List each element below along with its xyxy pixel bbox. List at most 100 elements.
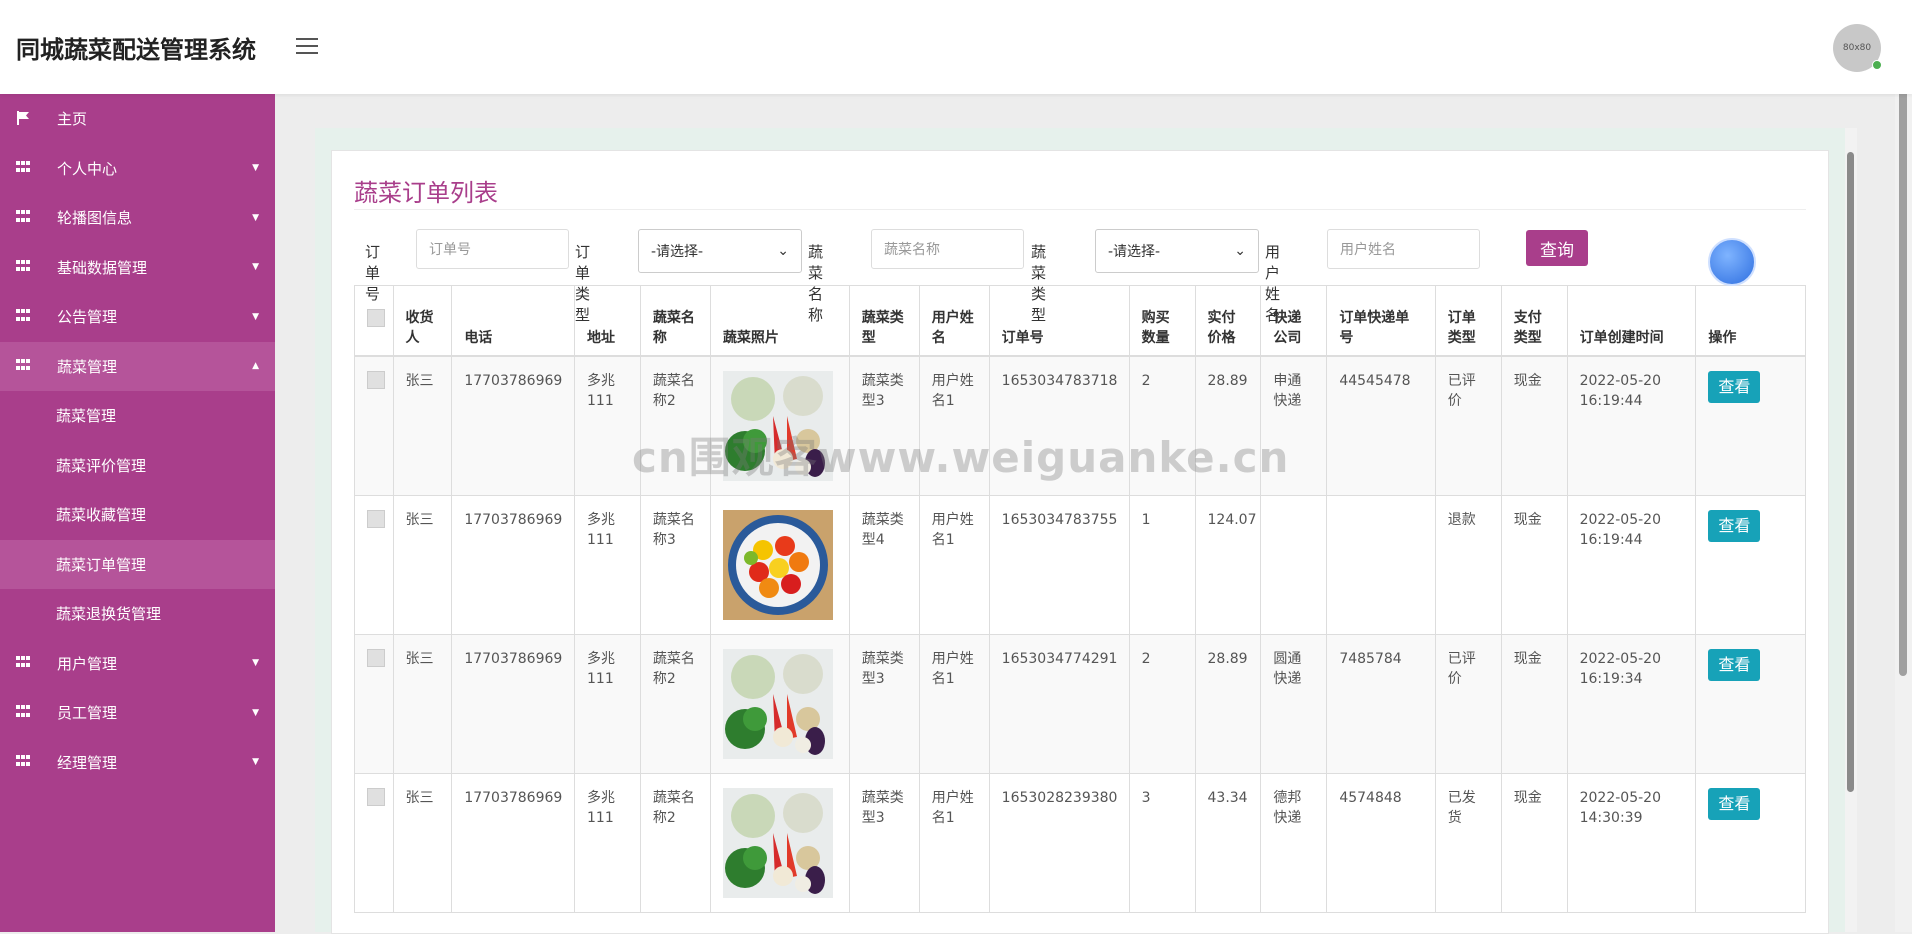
chevron-down-icon: ⌄ xyxy=(1234,243,1246,259)
cell-photo xyxy=(709,772,850,913)
cell-courier: 德邦快递 xyxy=(1260,772,1328,913)
chevron-down-icon: ▼ xyxy=(252,262,259,273)
cell-veg-name: 蔬菜名称2 xyxy=(639,355,711,496)
cell-price: 28.89 xyxy=(1194,355,1262,496)
sidebar-item-carousel[interactable]: 轮播图信息 ▼ xyxy=(0,193,275,243)
menu-toggle-icon[interactable] xyxy=(296,38,318,56)
content-scrollbar[interactable] xyxy=(1845,128,1857,932)
cell-price: 28.89 xyxy=(1194,633,1262,774)
sidebar-item-users[interactable]: 用户管理 ▼ xyxy=(0,639,275,689)
cell-action: 查看 xyxy=(1695,494,1806,635)
view-button[interactable]: 查看 xyxy=(1708,509,1761,542)
column-header: 用户姓名 xyxy=(918,285,990,357)
sidebar-item-basic-data[interactable]: 基础数据管理 ▼ xyxy=(0,243,275,293)
grid-icon xyxy=(16,160,30,175)
cell-phone: 17703786969 xyxy=(451,494,575,635)
sidebar-item-profile[interactable]: 个人中心 ▼ xyxy=(0,144,275,194)
column-header: 蔬菜类型 xyxy=(848,285,920,357)
cell-tracking: 7485784 xyxy=(1326,633,1436,774)
sidebar-item-notice[interactable]: 公告管理 ▼ xyxy=(0,292,275,342)
table-row: 张三 17703786969 多兆111 蔬菜名称2 蔬菜类型3 用户姓名1 1… xyxy=(354,355,1806,496)
cell-created: 2022-05-20 16:19:44 xyxy=(1566,355,1697,496)
sidebar-item-staff[interactable]: 员工管理 ▼ xyxy=(0,688,275,738)
sidebar-item-vegetables[interactable]: 蔬菜管理 ▲ xyxy=(0,341,275,391)
view-button[interactable]: 查看 xyxy=(1708,648,1761,681)
row-checkbox[interactable] xyxy=(354,772,394,913)
sidebar-item-label: 经理管理 xyxy=(57,753,118,772)
cell-order-no: 1653028239380 xyxy=(988,772,1130,913)
cell-address: 多兆111 xyxy=(574,494,641,635)
sidebar-subitem-veg-manage[interactable]: 蔬菜管理 xyxy=(0,391,275,441)
row-checkbox[interactable] xyxy=(354,355,394,496)
flag-icon xyxy=(17,111,29,125)
grid-icon xyxy=(16,655,30,670)
order-type-select[interactable]: -请选择- ⌄ xyxy=(638,229,802,273)
select-all-checkbox[interactable] xyxy=(354,285,394,357)
cell-veg-type: 蔬菜类型3 xyxy=(848,355,920,496)
cell-veg-name: 蔬菜名称3 xyxy=(639,494,711,635)
veg-type-select[interactable]: -请选择- ⌄ xyxy=(1095,229,1259,273)
cell-tracking xyxy=(1326,494,1436,635)
cell-veg-name: 蔬菜名称2 xyxy=(639,772,711,913)
mixed-vegetables-image[interactable] xyxy=(722,648,833,759)
chevron-down-icon: ▼ xyxy=(252,212,259,223)
user-name-input[interactable]: 用户姓名 xyxy=(1327,229,1480,269)
cell-pay-type: 现金 xyxy=(1500,494,1568,635)
page-scrollbar[interactable] xyxy=(1895,0,1912,932)
cell-phone: 17703786969 xyxy=(451,355,575,496)
sidebar-item-managers[interactable]: 经理管理 ▼ xyxy=(0,738,275,788)
cell-user: 用户姓名1 xyxy=(918,633,990,774)
sidebar-item-label: 个人中心 xyxy=(57,159,118,178)
mixed-vegetables-image[interactable] xyxy=(722,787,833,898)
grid-icon xyxy=(16,754,30,769)
cell-created: 2022-05-20 16:19:44 xyxy=(1566,494,1697,635)
cell-address: 多兆111 xyxy=(574,355,641,496)
cell-receiver: 张三 xyxy=(392,633,453,774)
cell-photo xyxy=(709,494,850,635)
table-row: 张三 17703786969 多兆111 蔬菜名称2 蔬菜类型3 用户姓名1 1… xyxy=(354,633,1806,774)
sidebar-subitem-veg-review[interactable]: 蔬菜评价管理 xyxy=(0,441,275,491)
mixed-vegetables-image[interactable] xyxy=(722,370,833,481)
chevron-down-icon: ▼ xyxy=(252,311,259,322)
cell-pay-type: 现金 xyxy=(1500,772,1568,913)
chevron-down-icon: ▼ xyxy=(252,163,259,174)
cell-created: 2022-05-20 16:19:34 xyxy=(1566,633,1697,774)
cell-order-type: 已发货 xyxy=(1434,772,1502,913)
row-checkbox[interactable] xyxy=(354,633,394,774)
cell-user: 用户姓名1 xyxy=(918,772,990,913)
cell-qty: 3 xyxy=(1128,772,1196,913)
chevron-down-icon: ▼ xyxy=(252,658,259,669)
sidebar-item-label: 公告管理 xyxy=(57,308,118,327)
top-header: 同城蔬菜配送管理系统 80x80 xyxy=(0,0,1912,94)
chevron-down-icon: ⌄ xyxy=(777,243,789,259)
cell-receiver: 张三 xyxy=(392,355,453,496)
cell-courier: 申通快递 xyxy=(1260,355,1328,496)
view-button[interactable]: 查看 xyxy=(1708,370,1761,403)
cell-order-type: 已评价 xyxy=(1434,355,1502,496)
cell-qty: 1 xyxy=(1128,494,1196,635)
sidebar-item-home[interactable]: 主页 xyxy=(0,94,275,144)
floating-assistant-icon[interactable] xyxy=(1708,238,1756,286)
page-title: 蔬菜订单列表 xyxy=(354,179,498,207)
cell-order-no: 1653034774291 xyxy=(988,633,1130,774)
column-header: 电话 xyxy=(451,285,575,357)
veg-name-input[interactable]: 蔬菜名称 xyxy=(871,229,1024,269)
chevron-up-icon: ▲ xyxy=(252,361,259,372)
column-header: 蔬菜名称 xyxy=(639,285,711,357)
peppers-image[interactable] xyxy=(722,509,833,620)
table-row: 张三 17703786969 多兆111 蔬菜名称2 蔬菜类型3 用户姓名1 1… xyxy=(354,772,1806,913)
grid-icon xyxy=(16,358,30,373)
view-button[interactable]: 查看 xyxy=(1708,787,1761,820)
order-type-value: -请选择- xyxy=(651,244,704,260)
page-scrollbar-thumb[interactable] xyxy=(1899,4,1907,676)
chevron-down-icon: ▼ xyxy=(252,707,259,718)
query-button[interactable]: 查询 xyxy=(1526,230,1588,266)
sidebar-subitem-veg-orders[interactable]: 蔬菜订单管理 xyxy=(0,539,275,589)
table-header-row: 收货人 电话 地址 蔬菜名称 蔬菜照片 蔬菜类型 用户姓名 订单号 购买数量 实… xyxy=(354,285,1806,357)
order-no-input[interactable]: 订单号 xyxy=(416,229,569,269)
sidebar-subitem-veg-returns[interactable]: 蔬菜退换货管理 xyxy=(0,589,275,639)
row-checkbox[interactable] xyxy=(354,494,394,635)
sidebar-subitem-veg-favorite[interactable]: 蔬菜收藏管理 xyxy=(0,490,275,540)
grid-icon xyxy=(16,210,30,224)
content-scrollbar-thumb[interactable] xyxy=(1847,152,1854,792)
